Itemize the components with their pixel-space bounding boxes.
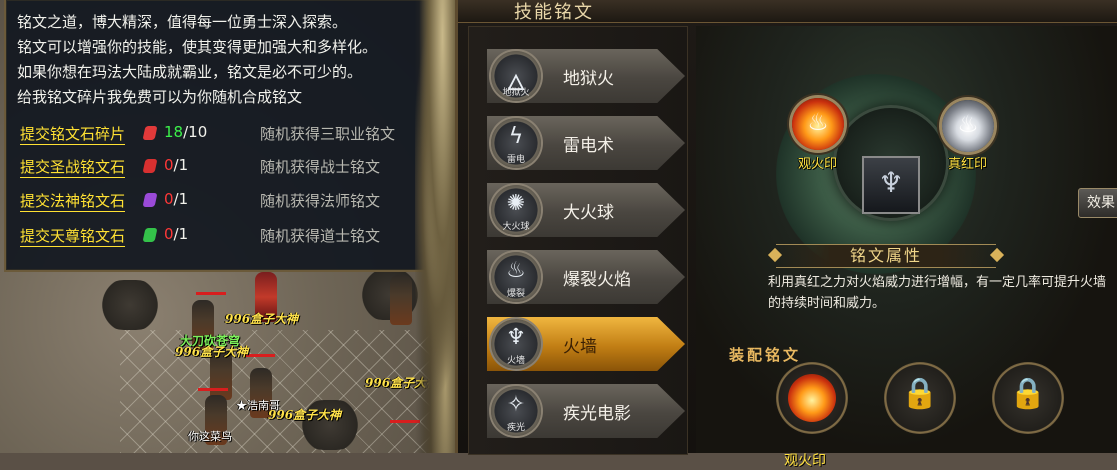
option-reward: 随机获得三职业铭文 xyxy=(260,125,396,143)
title-bar[interactable]: 技能铭文 xyxy=(458,0,1117,23)
option-reward: 随机获得法师铭文 xyxy=(260,192,381,210)
skill-item-hellfire[interactable]: 🜂 地狱火 地狱火 xyxy=(487,49,685,103)
skill-name: 地狱火 xyxy=(563,69,614,89)
skill-item-lightning-beam[interactable]: ✧ 疾光 疾光电影 xyxy=(487,384,685,438)
gem-icon xyxy=(142,159,158,173)
lock-icon: 🔒 xyxy=(1009,376,1047,411)
item-count: 18/10 xyxy=(164,123,208,141)
attribute-banner: 铭文属性 xyxy=(767,244,1005,268)
hp-bar xyxy=(196,292,226,295)
skill-name: 疾光电影 xyxy=(563,404,631,424)
hp-bar xyxy=(198,388,228,391)
option-reward: 随机获得道士铭文 xyxy=(260,227,381,245)
player-nickname[interactable]: 996盒子大神 xyxy=(268,406,341,423)
lightning-icon: ϟ 雷电 xyxy=(491,118,541,168)
firewall-icon: ♆ 火墙 xyxy=(491,319,541,369)
item-count: 0/1 xyxy=(164,190,189,208)
gem-icon xyxy=(142,228,158,242)
submit-fragment-link[interactable]: 提交铭文石碎片 xyxy=(20,123,126,145)
attribute-description: 利用真红之力对火焰威力进行增幅，有一定几率可提升火墙的持续时间和威力。 xyxy=(768,275,1107,311)
skill-item-fireball[interactable]: ✺ 大火球 大火球 xyxy=(487,183,685,237)
seal-label: 真红印 xyxy=(948,157,988,172)
gem-icon xyxy=(142,126,158,140)
equipped-slot-label: 观火印 xyxy=(784,453,826,469)
equip-slot-locked[interactable]: 🔒 xyxy=(992,362,1064,434)
attribute-title: 铭文属性 xyxy=(849,246,922,265)
burst-flame-icon: ♨ 爆裂 xyxy=(491,252,541,302)
skill-item-lightning[interactable]: ϟ 雷电 雷电术 xyxy=(487,116,685,170)
skill-item-burst-flame[interactable]: ♨ 爆裂 爆裂火焰 xyxy=(487,250,685,304)
skill-item-firewall[interactable]: ♆ 火墙 火墙 xyxy=(487,317,685,371)
player-nickname[interactable]: 996盒子大神 xyxy=(175,343,248,360)
skill-name: 爆裂火焰 xyxy=(563,270,631,290)
rubble xyxy=(100,280,160,330)
skill-name: 火墙 xyxy=(563,337,597,357)
rune-area: ♨ 观火印 ♨ 真红印 ♆ 效果 铭文属性 利用真红之力对火焰威力进行增幅，有一… xyxy=(696,26,1117,469)
hellfire-icon: 🜂 地狱火 xyxy=(491,51,541,101)
intro-line: 铭文可以增强你的技能，使其变得更加强大和多样化。 xyxy=(17,38,378,56)
option-reward: 随机获得战士铭文 xyxy=(260,158,381,176)
floor-grid xyxy=(120,330,440,453)
submit-option-row: 提交法神铭文石 0/1 随机获得法师铭文 xyxy=(20,190,440,212)
submit-option-row: 提交圣战铭文石 0/1 随机获得战士铭文 xyxy=(20,156,440,178)
crimson-seal-icon[interactable]: ♨ xyxy=(942,100,994,152)
submit-taoist-rune-link[interactable]: 提交天尊铭文石 xyxy=(20,225,126,247)
fire-seal-icon xyxy=(788,374,836,422)
firewall-icon[interactable]: ♆ xyxy=(862,156,920,214)
seal-label: 观火印 xyxy=(798,157,838,172)
effect-button[interactable]: 效果 xyxy=(1078,188,1117,218)
player-name[interactable]: 你这菜鸟 xyxy=(188,428,232,444)
equip-slot-locked[interactable]: 🔒 xyxy=(884,362,956,434)
submit-option-row: 提交铭文石碎片 18/10 随机获得三职业铭文 xyxy=(20,123,440,145)
player-nickname[interactable]: 996盒子大神 xyxy=(225,310,298,327)
equip-slot-filled[interactable] xyxy=(776,362,848,434)
skill-name: 雷电术 xyxy=(563,136,614,156)
character[interactable] xyxy=(390,275,412,325)
npc-dialog: 铭文之道，博大精深，值得每一位勇士深入探索。 铭文可以增强你的技能，使其变得更加… xyxy=(4,0,448,272)
lock-icon: 🔒 xyxy=(901,376,939,411)
submit-mage-rune-link[interactable]: 提交法神铭文石 xyxy=(20,190,126,212)
intro-line: 给我铭文碎片我免费可以为你随机合成铭文 xyxy=(17,88,303,106)
hp-bar xyxy=(245,354,275,357)
equip-label: 装配铭文 xyxy=(729,346,802,364)
skill-name: 大火球 xyxy=(563,203,614,223)
lightning-beam-icon: ✧ 疾光 xyxy=(491,386,541,436)
intro-line: 如果你想在玛法大陆成就霸业，铭文是必不可少的。 xyxy=(17,63,363,81)
fire-seal-icon[interactable]: ♨ xyxy=(792,98,844,150)
submit-option-row: 提交天尊铭文石 0/1 随机获得道士铭文 xyxy=(20,225,440,247)
item-count: 0/1 xyxy=(164,156,189,174)
fireball-icon: ✺ 大火球 xyxy=(491,185,541,235)
item-count: 0/1 xyxy=(164,225,189,243)
gem-icon xyxy=(142,193,158,207)
panel-title: 技能铭文 xyxy=(514,2,594,23)
submit-warrior-rune-link[interactable]: 提交圣战铭文石 xyxy=(20,156,126,178)
intro-line: 铭文之道，博大精深，值得每一位勇士深入探索。 xyxy=(17,13,348,31)
skill-inscription-panel: 技能铭文 🜂 地狱火 地狱火 ϟ 雷电 雷电术 ✺ 大火球 大火球 ♨ 爆裂 爆… xyxy=(455,0,1117,469)
skill-list: 🜂 地狱火 地狱火 ϟ 雷电 雷电术 ✺ 大火球 大火球 ♨ 爆裂 爆裂火焰 ♆… xyxy=(468,26,688,455)
